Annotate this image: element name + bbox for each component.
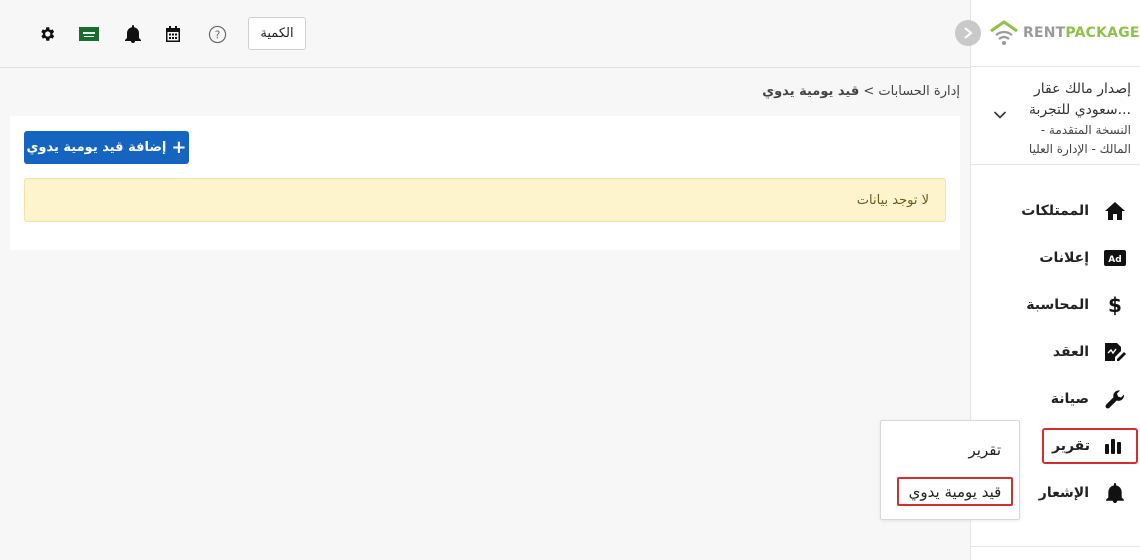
gear-icon[interactable]	[37, 24, 57, 44]
empty-state-message: لا توجد بيانات	[856, 192, 929, 208]
sidebar-item-label: العقد	[1052, 344, 1089, 360]
account-subtitle: النسخة المتقدمة - المالك - الإدارة العلي…	[1028, 123, 1131, 156]
sidebar-item-label: المحاسبة	[1026, 297, 1089, 313]
sidebar-item-label: الإشعار	[1038, 485, 1089, 501]
sidebar-item-contract[interactable]: العقد	[971, 333, 1140, 371]
brand-logo[interactable]: RENTPACKAGE	[989, 20, 1140, 46]
divider	[971, 546, 1140, 547]
wrench-icon	[1103, 387, 1127, 411]
svg-text:?: ?	[214, 29, 220, 41]
bar-chart-icon	[1102, 434, 1126, 458]
calendar-icon[interactable]	[163, 24, 183, 44]
report-submenu: تقرير قيد يومية يدوي	[880, 420, 1020, 520]
account-switcher[interactable]: إصدار مالك عقار سعودي للتجربة... النسخة …	[971, 66, 1140, 165]
sidebar-item-accounting[interactable]: المحاسبة $	[971, 286, 1140, 324]
saudi-flag-icon[interactable]	[79, 24, 99, 44]
submenu-item-report[interactable]: تقرير	[969, 441, 1002, 459]
sidebar-item-label: صيانة	[1050, 391, 1089, 407]
top-header: ? الكمية	[0, 0, 970, 68]
collapse-sidebar-button[interactable]	[955, 20, 981, 46]
breadcrumb-current: قيد يومية يدوي	[762, 84, 860, 99]
breadcrumb-separator: >	[863, 84, 875, 99]
logo-row: RENTPACKAGE	[955, 0, 1140, 66]
dollar-icon: $	[1103, 293, 1127, 317]
add-manual-journal-label: إضافة قيد يومية يدوي	[26, 140, 167, 155]
contract-icon	[1103, 340, 1127, 364]
account-title: إصدار مالك عقار سعودي للتجربة...	[1028, 81, 1131, 118]
bell-icon[interactable]	[123, 24, 143, 44]
bell-icon	[1103, 481, 1127, 505]
sidebar-item-properties[interactable]: الممتلكات	[971, 192, 1140, 230]
breadcrumb: إدارة الحسابات > قيد يومية يدوي	[762, 84, 960, 99]
sidebar-item-ads[interactable]: إعلانات Ad	[971, 239, 1140, 277]
chevron-right-icon	[964, 27, 973, 39]
sidebar-item-label: إعلانات	[1039, 250, 1089, 266]
svg-text:$: $	[1108, 294, 1122, 316]
logo-text-package: PACKAGE	[1065, 25, 1140, 41]
submenu-item-manual-journal[interactable]: قيد يومية يدوي	[897, 477, 1013, 506]
sidebar-item-report[interactable]: تقرير	[1042, 428, 1138, 464]
breadcrumb-parent[interactable]: إدارة الحسابات	[878, 84, 960, 99]
logo-text-rent: RENT	[1023, 25, 1066, 41]
sidebar-item-label: الممتلكات	[1021, 203, 1089, 219]
plus-icon: +	[171, 136, 187, 158]
sidebar-item-maintenance[interactable]: صيانة	[971, 380, 1140, 418]
chevron-down-icon[interactable]	[993, 109, 1007, 124]
add-manual-journal-button[interactable]: إضافة قيد يومية يدوي +	[24, 131, 189, 164]
svg-text:Ad: Ad	[1108, 255, 1121, 265]
empty-state-alert: لا توجد بيانات	[24, 178, 946, 222]
house-wifi-icon	[990, 20, 1018, 45]
home-icon	[1103, 199, 1127, 223]
help-icon[interactable]: ?	[207, 24, 227, 44]
sidebar-item-label: تقرير	[1051, 438, 1090, 454]
ad-icon: Ad	[1103, 246, 1127, 270]
content-card: إضافة قيد يومية يدوي + لا توجد بيانات	[10, 116, 960, 250]
quantity-button[interactable]: الكمية	[248, 17, 306, 50]
